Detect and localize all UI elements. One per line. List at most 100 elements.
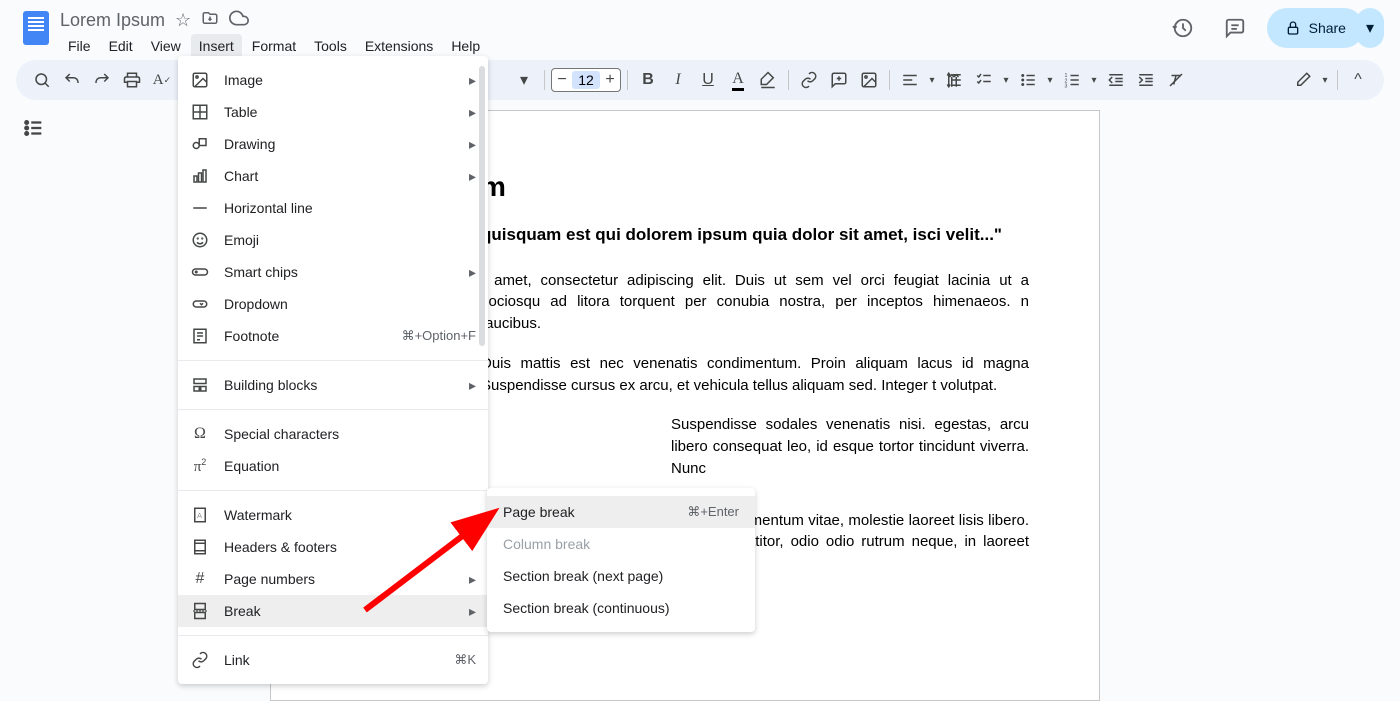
font-size-increase[interactable]: + [600, 69, 620, 91]
indent-increase-button[interactable] [1132, 66, 1160, 94]
chevron-right-icon: ▸ [469, 264, 476, 281]
pi-icon: π2 [190, 457, 210, 476]
doc-quote: quisquam est qui dolorem ipsum quia dolo… [481, 223, 1029, 248]
title-area: Lorem Ipsum ☆ File Edit View Insert Form… [60, 8, 1163, 58]
numbered-caret[interactable]: ▾ [1088, 66, 1100, 94]
italic-button[interactable]: I [664, 66, 692, 94]
insert-chart[interactable]: Chart ▸ [178, 160, 488, 192]
print-button[interactable] [118, 66, 146, 94]
share-label: Share [1309, 20, 1346, 36]
insert-horizontal-line[interactable]: Horizontal line [178, 192, 488, 224]
checklist-caret[interactable]: ▾ [1000, 66, 1012, 94]
bold-button[interactable]: B [634, 66, 662, 94]
footnote-icon [190, 327, 210, 345]
insert-image[interactable]: Image ▸ [178, 64, 488, 96]
move-icon[interactable] [201, 9, 219, 32]
chevron-right-icon: ▸ [469, 168, 476, 185]
spellcheck-button[interactable]: A✓ [148, 66, 176, 94]
font-size-control: − 12 + [551, 68, 621, 92]
cloud-status-icon[interactable] [229, 8, 249, 33]
link-icon [190, 651, 210, 669]
search-button[interactable] [28, 66, 56, 94]
bulleted-list-button[interactable] [1014, 66, 1042, 94]
editing-mode-button[interactable] [1289, 66, 1317, 94]
numbered-list-button[interactable]: 123 [1058, 66, 1086, 94]
break-section-break-continuous-[interactable]: Section break (continuous) [487, 592, 755, 624]
pagenum-icon: # [190, 570, 210, 588]
add-comment-button[interactable] [825, 66, 853, 94]
insert-equation[interactable]: π2 Equation [178, 450, 488, 482]
text-color-button[interactable]: A [724, 66, 752, 94]
comments-icon[interactable] [1215, 8, 1255, 48]
chevron-right-icon: ▸ [469, 72, 476, 89]
svg-text:A: A [197, 511, 202, 520]
break-icon [190, 602, 210, 620]
insert-break[interactable]: Break ▸ [178, 595, 488, 627]
docs-logo[interactable] [16, 8, 56, 48]
emoji-icon [190, 231, 210, 249]
star-icon[interactable]: ☆ [175, 10, 191, 31]
share-caret-button[interactable]: ▾ [1356, 8, 1384, 48]
break-section-break-next-page-[interactable]: Section break (next page) [487, 560, 755, 592]
insert-watermark[interactable]: A Watermark [178, 499, 488, 531]
menu-file[interactable]: File [60, 34, 99, 58]
image-icon [190, 71, 210, 89]
doc-heading: m [481, 171, 1029, 203]
insert-table[interactable]: Table ▸ [178, 96, 488, 128]
underline-button[interactable]: U [694, 66, 722, 94]
document-title[interactable]: Lorem Ipsum [60, 10, 165, 31]
break-page-break[interactable]: Page break⌘+Enter [487, 496, 755, 528]
highlight-button[interactable] [754, 66, 782, 94]
chevron-right-icon: ▸ [469, 104, 476, 121]
insert-image-button[interactable] [855, 66, 883, 94]
menu-extensions[interactable]: Extensions [357, 34, 441, 58]
clear-formatting-button[interactable] [1162, 66, 1190, 94]
editing-caret[interactable]: ▾ [1319, 66, 1331, 94]
font-size-decrease[interactable]: − [552, 69, 572, 91]
line-spacing-button[interactable] [940, 66, 968, 94]
indent-decrease-button[interactable] [1102, 66, 1130, 94]
omega-icon: Ω [190, 425, 210, 443]
hline-icon [190, 199, 210, 217]
chevron-right-icon: ▸ [469, 136, 476, 153]
font-size-value[interactable]: 12 [572, 71, 600, 89]
menu-edit[interactable]: Edit [101, 34, 141, 58]
insert-drawing[interactable]: Drawing ▸ [178, 128, 488, 160]
menubar: File Edit View Insert Format Tools Exten… [60, 34, 1163, 58]
menu-help[interactable]: Help [443, 34, 488, 58]
insert-dropdown[interactable]: Dropdown [178, 288, 488, 320]
insert-smart-chips[interactable]: Smart chips ▸ [178, 256, 488, 288]
insert-page-numbers[interactable]: # Page numbers ▸ [178, 563, 488, 595]
align-caret[interactable]: ▾ [926, 66, 938, 94]
redo-button[interactable] [88, 66, 116, 94]
outline-button[interactable] [16, 110, 52, 146]
insert-link-button[interactable] [795, 66, 823, 94]
app-header: Lorem Ipsum ☆ File Edit View Insert Form… [0, 0, 1400, 56]
doc-p2: Duis mattis est nec venenatis condimentu… [481, 353, 1029, 397]
bulleted-caret[interactable]: ▾ [1044, 66, 1056, 94]
menu-tools[interactable]: Tools [306, 34, 355, 58]
collapse-toolbar-button[interactable]: ^ [1344, 66, 1372, 94]
align-button[interactable] [896, 66, 924, 94]
blocks-icon [190, 376, 210, 394]
chart-icon [190, 167, 210, 185]
menu-insert[interactable]: Insert [191, 34, 242, 58]
checklist-button[interactable] [970, 66, 998, 94]
insert-link[interactable]: Link ⌘K [178, 644, 488, 676]
undo-button[interactable] [58, 66, 86, 94]
styles-caret[interactable]: ▾ [510, 66, 538, 94]
header-right: Share ▾ [1163, 8, 1384, 48]
insert-headers-footers[interactable]: Headers & footers [178, 531, 488, 563]
insert-footnote[interactable]: Footnote ⌘+Option+F [178, 320, 488, 352]
menu-view[interactable]: View [143, 34, 189, 58]
chevron-right-icon: ▸ [469, 571, 476, 588]
chevron-right-icon: ▸ [469, 603, 476, 620]
share-button[interactable]: Share [1267, 8, 1364, 48]
menu-format[interactable]: Format [244, 34, 304, 58]
insert-building-blocks[interactable]: Building blocks ▸ [178, 369, 488, 401]
insert-emoji[interactable]: Emoji [178, 224, 488, 256]
drawing-icon [190, 135, 210, 153]
insert-menu-dropdown: Image ▸ Table ▸ Drawing ▸ Chart ▸ Horizo… [178, 56, 488, 684]
history-icon[interactable] [1163, 8, 1203, 48]
insert-special-characters[interactable]: Ω Special characters [178, 418, 488, 450]
